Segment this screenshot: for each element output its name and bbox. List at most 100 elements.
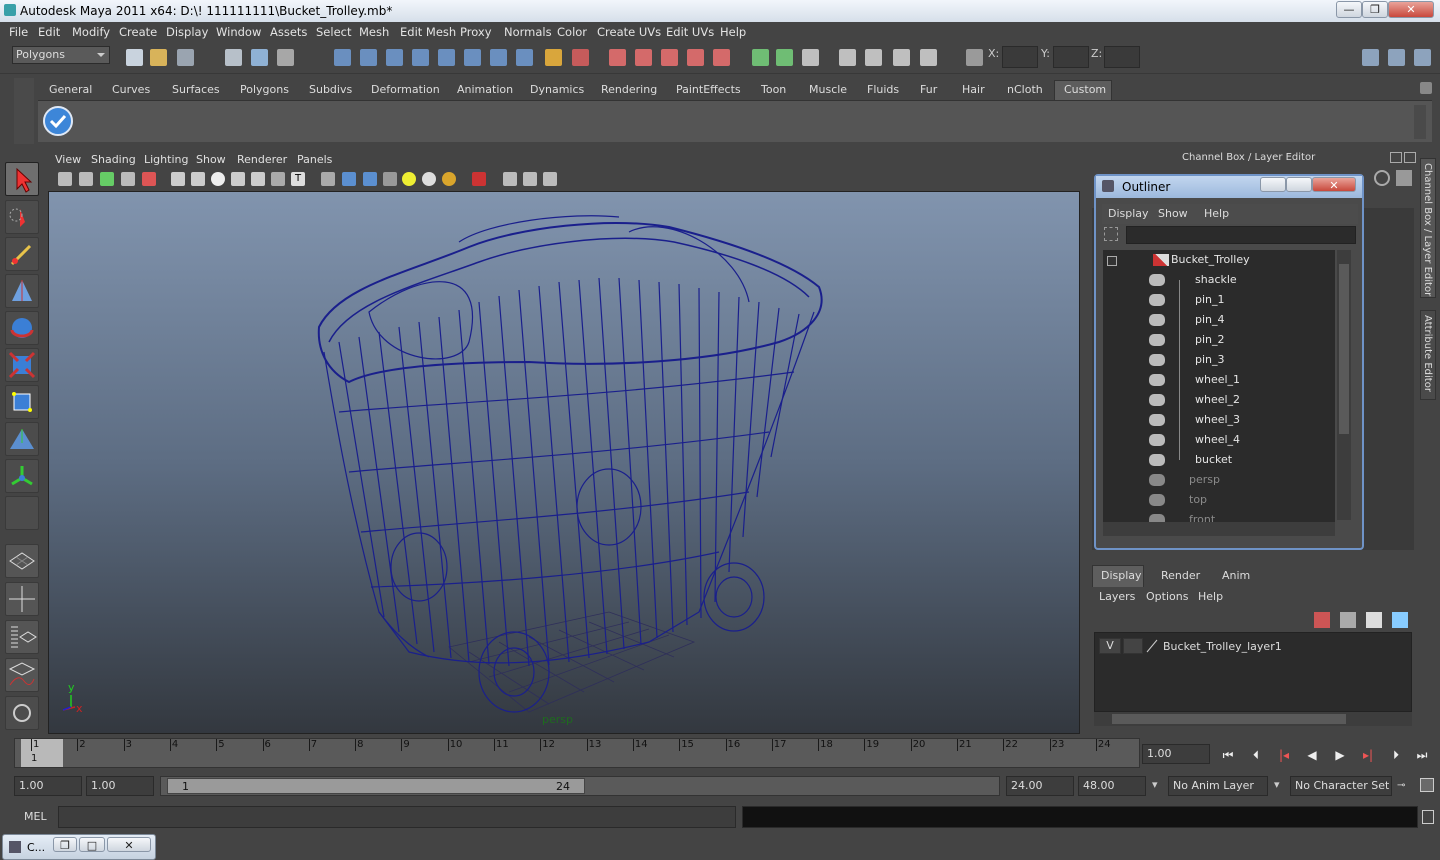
highlight-selection-icon[interactable]	[572, 49, 589, 66]
outliner-item-wheel-1[interactable]: wheel_1	[1103, 370, 1335, 390]
menu-window[interactable]: Window	[216, 25, 261, 39]
outliner-filter-icon[interactable]	[1104, 227, 1118, 241]
menu-display[interactable]: Display	[166, 25, 208, 39]
perspective-viewport[interactable]: persp y x	[48, 191, 1080, 734]
end-time-field[interactable]: 48.00	[1078, 776, 1146, 796]
minimized-maximize-button[interactable]: □	[79, 837, 105, 852]
outliner-minimize-button[interactable]	[1260, 177, 1286, 192]
wireframe-icon[interactable]	[321, 172, 335, 186]
isolate-select-icon[interactable]	[472, 172, 486, 186]
camera-attr-icon[interactable]	[58, 172, 72, 186]
tab-subdivs[interactable]: Subdivs	[309, 83, 352, 96]
go-to-end-button[interactable]: ⏭	[1412, 746, 1432, 764]
playback-start-field[interactable]: 1.00	[86, 776, 154, 796]
tab-painteffects[interactable]: PaintEffects	[676, 83, 741, 96]
current-time-marker[interactable]	[21, 739, 63, 767]
shelf-scroll-arrows[interactable]	[1414, 105, 1426, 139]
outliner-item-wheel-4[interactable]: wheel_4	[1103, 430, 1335, 450]
render-settings-icon[interactable]	[893, 49, 910, 66]
side-tab-attribute-editor[interactable]: Attribute Editor	[1420, 310, 1436, 400]
hypergraph-layout-icon[interactable]	[5, 696, 39, 730]
menu-create[interactable]: Create	[119, 25, 157, 39]
mel-command-input[interactable]	[58, 806, 736, 828]
move-tool-icon[interactable]	[5, 274, 39, 308]
image-plane-icon[interactable]	[100, 172, 114, 186]
maximize-button[interactable]: ❐	[1362, 1, 1388, 18]
select-handle-icon[interactable]	[334, 49, 351, 66]
safe-title-icon[interactable]: T	[291, 172, 305, 186]
lock-selection-icon[interactable]	[545, 49, 562, 66]
tab-fur[interactable]: Fur	[920, 83, 937, 96]
select-deform-icon[interactable]	[438, 49, 455, 66]
outliner-menu-display[interactable]: Display	[1108, 207, 1149, 220]
float-panel-icon[interactable]	[1390, 152, 1402, 163]
menu-normals[interactable]: Normals	[504, 25, 552, 39]
outliner-item-shackle[interactable]: shackle	[1103, 270, 1335, 290]
menu-file[interactable]: File	[9, 25, 28, 39]
tab-animation[interactable]: Animation	[457, 83, 513, 96]
move-layer-down-icon[interactable]	[1340, 612, 1356, 628]
tab-deformation[interactable]: Deformation	[371, 83, 440, 96]
script-editor-icon[interactable]	[1422, 810, 1434, 824]
menu-create-uvs[interactable]: Create UVs	[597, 25, 661, 39]
outliner-persp-layout-icon[interactable]	[5, 620, 39, 654]
step-back-frame-button[interactable]: |◂	[1274, 746, 1294, 764]
outliner-item-bucket-trolley[interactable]: Bucket_Trolley	[1103, 250, 1335, 270]
tab-surfaces[interactable]: Surfaces	[172, 83, 220, 96]
persp-graph-layout-icon[interactable]	[5, 658, 39, 692]
tab-toon[interactable]: Toon	[761, 83, 786, 96]
snap-curve-icon[interactable]	[635, 49, 652, 66]
vp-menu-lighting[interactable]: Lighting	[144, 153, 188, 166]
character-set-field[interactable]: No Character Set	[1290, 776, 1392, 796]
minimized-restore-button[interactable]: ❐	[53, 837, 77, 852]
menu-edit[interactable]: Edit	[38, 25, 60, 39]
layer-menu-layers[interactable]: Layers	[1099, 590, 1135, 603]
y-field[interactable]	[1053, 46, 1089, 68]
hypershade-icon[interactable]	[920, 49, 937, 66]
outliner-item-front[interactable]: front	[1103, 510, 1335, 522]
single-view-layout-icon[interactable]	[5, 544, 39, 578]
select-hierarchy-icon[interactable]	[225, 49, 242, 66]
step-back-key-button[interactable]: ⏴	[1246, 746, 1266, 764]
scale-tool-icon[interactable]	[5, 348, 39, 382]
tab-rendering[interactable]: Rendering	[601, 83, 657, 96]
outliner-search-input[interactable]	[1126, 226, 1356, 244]
side-tab-channel-box[interactable]: Channel Box / Layer Editor	[1420, 158, 1436, 298]
soft-mod-tool-icon[interactable]	[5, 422, 39, 456]
outliner-close-button[interactable]: ✕	[1312, 177, 1356, 192]
vp-menu-show[interactable]: Show	[196, 153, 226, 166]
snap-grid-icon[interactable]	[609, 49, 626, 66]
range-slider[interactable]: 1 24	[160, 776, 1000, 796]
layer-tab-render[interactable]: Render	[1161, 569, 1200, 582]
select-joint-icon[interactable]	[360, 49, 377, 66]
camera-bookmark-icon[interactable]	[79, 172, 93, 186]
select-curve-icon[interactable]	[386, 49, 403, 66]
minimized-window[interactable]: C... ❐ □ ✕	[2, 834, 156, 860]
tab-hair[interactable]: Hair	[962, 83, 985, 96]
layer-name[interactable]: Bucket_Trolley_layer1	[1163, 640, 1282, 653]
shelf-side-handle[interactable]	[14, 78, 34, 144]
outliner-vscroll-thumb[interactable]	[1339, 264, 1349, 434]
new-scene-icon[interactable]	[126, 49, 143, 66]
z-field[interactable]	[1104, 46, 1140, 68]
tab-custom[interactable]: Custom	[1064, 83, 1106, 96]
outliner-menu-show[interactable]: Show	[1158, 207, 1188, 220]
rotate-tool-icon[interactable]	[5, 311, 39, 345]
hw-texturing-icon[interactable]	[442, 172, 456, 186]
xray-joints-icon[interactable]	[543, 172, 557, 186]
field-chart-icon[interactable]	[251, 172, 265, 186]
select-render-icon[interactable]	[490, 49, 507, 66]
snap-view-plane-icon[interactable]	[687, 49, 704, 66]
menu-proxy[interactable]: Proxy	[460, 25, 492, 39]
snap-point-icon[interactable]	[661, 49, 678, 66]
history-icon[interactable]	[752, 49, 769, 66]
textured-icon[interactable]	[383, 172, 397, 186]
gate-mask-icon[interactable]	[231, 172, 245, 186]
lasso-tool-icon[interactable]	[5, 200, 39, 234]
outliner-item-pin-3[interactable]: pin_3	[1103, 350, 1335, 370]
outliner-item-wheel-2[interactable]: wheel_2	[1103, 390, 1335, 410]
outliner-maximize-button[interactable]	[1286, 177, 1312, 192]
start-time-field[interactable]: 1.00	[14, 776, 82, 796]
tab-general[interactable]: General	[49, 83, 92, 96]
tab-curves[interactable]: Curves	[112, 83, 150, 96]
